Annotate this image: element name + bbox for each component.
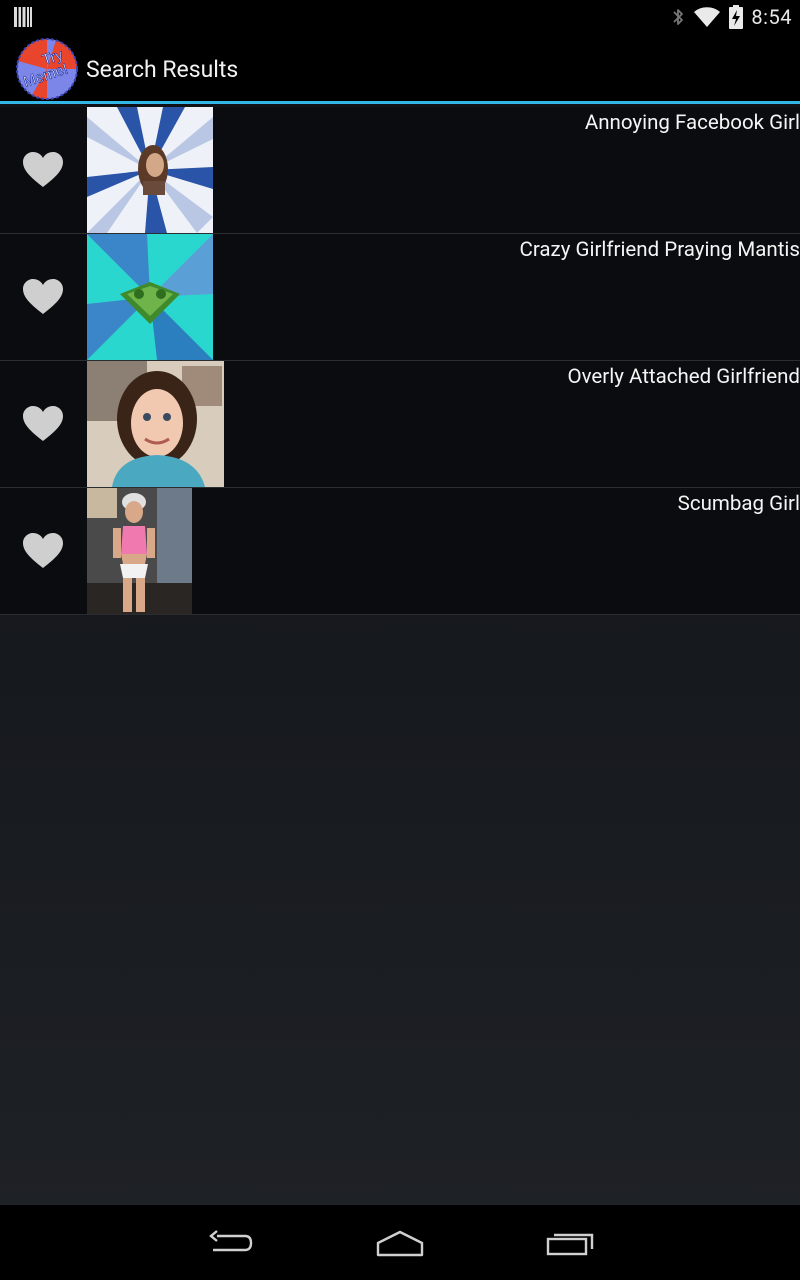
page-title: Search Results xyxy=(86,56,239,83)
results-list: Annoying Facebook Girl Crazy Girlfriend xyxy=(0,107,800,615)
back-button[interactable] xyxy=(200,1223,260,1263)
navigation-bar xyxy=(0,1205,800,1280)
action-bar: Try Meme! Search Results xyxy=(0,34,800,104)
wifi-icon xyxy=(694,7,721,27)
recent-apps-button[interactable] xyxy=(540,1223,600,1263)
result-title: Crazy Girlfriend Praying Mantis xyxy=(519,238,800,262)
status-right-group: 8:54 xyxy=(671,0,792,34)
status-bar: 8:54 xyxy=(0,0,800,34)
recent-apps-icon xyxy=(546,1233,594,1256)
heart-icon xyxy=(23,406,63,441)
home-button[interactable] xyxy=(370,1223,430,1263)
scumbag-girl-thumbnail xyxy=(87,488,192,614)
screen: 8:54 Try Meme! Search Results Annoying F… xyxy=(0,0,800,1280)
barcode-icon xyxy=(14,7,32,27)
status-time: 8:54 xyxy=(751,5,792,29)
list-item[interactable]: Crazy Girlfriend Praying Mantis xyxy=(0,234,800,361)
overly-attached-girlfriend-thumbnail xyxy=(87,361,224,487)
result-title: Annoying Facebook Girl xyxy=(584,111,800,135)
battery-charging-icon xyxy=(729,5,744,29)
favorite-button[interactable] xyxy=(0,361,86,487)
heart-icon xyxy=(23,533,63,568)
favorite-button[interactable] xyxy=(0,488,86,614)
praying-mantis-thumbnail xyxy=(87,234,213,360)
heart-icon xyxy=(23,279,63,314)
home-icon xyxy=(376,1230,424,1257)
favorite-button[interactable] xyxy=(0,234,86,360)
favorite-button[interactable] xyxy=(0,107,86,233)
bluetooth-icon xyxy=(673,9,684,25)
annoying-facebook-girl-thumbnail xyxy=(87,107,213,233)
result-title: Overly Attached Girlfriend xyxy=(567,365,800,389)
result-title: Scumbag Girl xyxy=(677,492,800,516)
heart-icon xyxy=(23,152,63,187)
back-icon xyxy=(209,1230,253,1252)
list-item[interactable]: Overly Attached Girlfriend xyxy=(0,361,800,488)
list-item[interactable]: Annoying Facebook Girl xyxy=(0,107,800,234)
list-item[interactable]: Scumbag Girl xyxy=(0,488,800,615)
app-logo-icon[interactable]: Try Meme! xyxy=(16,38,78,100)
